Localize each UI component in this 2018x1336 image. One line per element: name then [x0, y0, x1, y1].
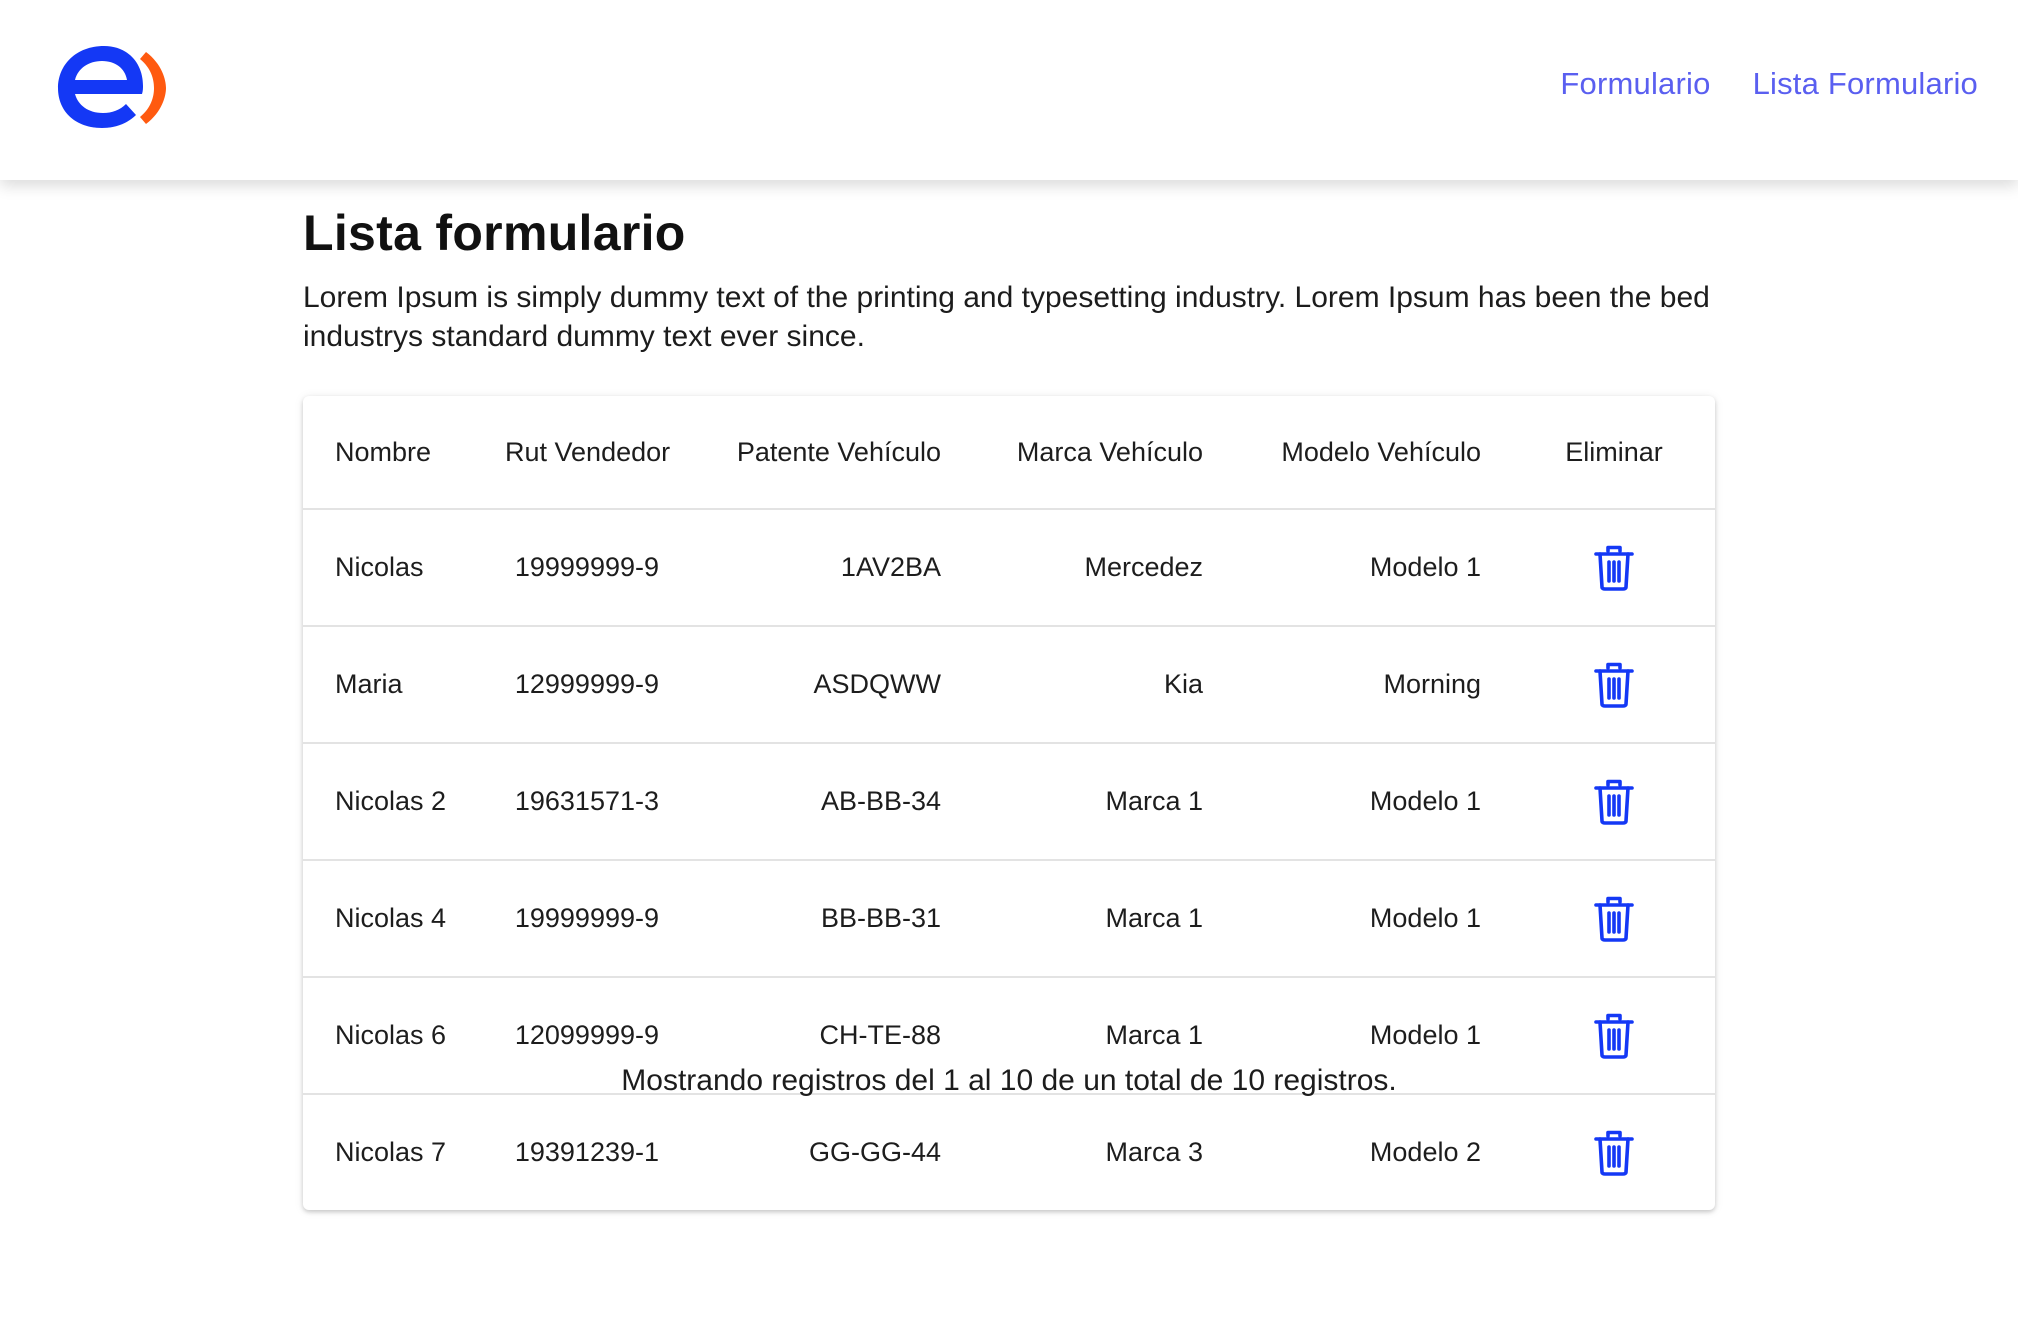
cell-rut-vendedor: 19999999-9 [473, 509, 691, 627]
cell-rut-vendedor: 19391239-1 [514, 1137, 659, 1167]
cell-patente-vehiculo: 1AV2BA [691, 509, 973, 627]
nav-link-formulario[interactable]: Formulario [1560, 66, 1710, 102]
column-header-patente-vehiculo[interactable]: Patente Vehículo [691, 396, 973, 510]
cell-marca-vehiculo: Mercedez [973, 509, 1235, 627]
cell-modelo-vehiculo: Morning [1235, 626, 1513, 744]
delete-button[interactable] [1593, 1130, 1635, 1176]
page-title: Lista formulario [303, 205, 686, 261]
table-header-row: Nombre Rut Vendedor Patente Vehículo Mar… [303, 396, 1715, 510]
page-description: Lorem Ipsum is simply dummy text of the … [303, 281, 1710, 353]
table-row: Nicolas 7 19391239-1 GG-GG-44 Marca 3 Mo… [303, 1094, 1715, 1210]
cell-nombre: Nicolas 4 [303, 860, 473, 978]
cell-modelo-vehiculo: Modelo 2 [1369, 1137, 1481, 1167]
cell-eliminar [1513, 743, 1715, 861]
cell-patente-vehiculo: GG-GG-44 [808, 1137, 941, 1167]
column-header-eliminar: Eliminar [1513, 396, 1715, 510]
cell-patente-vehiculo: ASDQWW [691, 626, 973, 744]
logo-letter-e [58, 46, 143, 128]
top-header: Formulario Lista Formulario [0, 0, 2018, 180]
column-header-rut-vendedor[interactable]: Rut Vendedor [473, 396, 691, 510]
trash-icon [1594, 1013, 1634, 1059]
table-row: Nicolas 2 19631571-3 AB-BB-34 Marca 1 Mo… [303, 743, 1715, 861]
brand-logo[interactable] [54, 38, 170, 134]
cell-rut-vendedor: 19999999-9 [473, 860, 691, 978]
cell-rut-vendedor: 12999999-9 [473, 626, 691, 744]
column-header-modelo-vehiculo[interactable]: Modelo Vehículo [1235, 396, 1513, 510]
trash-icon [1594, 1130, 1634, 1176]
trash-icon [1594, 896, 1634, 942]
cell-modelo-vehiculo: Modelo 1 [1235, 743, 1513, 861]
table-row: Nicolas 19999999-9 1AV2BA Mercedez Model… [303, 509, 1715, 627]
delete-button[interactable] [1593, 1013, 1635, 1059]
delete-button[interactable] [1593, 545, 1635, 591]
column-header-nombre[interactable]: Nombre [303, 396, 473, 510]
table-row: Nicolas 4 19999999-9 BB-BB-31 Marca 1 Mo… [303, 860, 1715, 978]
delete-button[interactable] [1593, 662, 1635, 708]
trash-icon [1594, 779, 1634, 825]
cell-rut-vendedor: 19631571-3 [473, 743, 691, 861]
table-row: Maria 12999999-9 ASDQWW Kia Morning [303, 626, 1715, 744]
table-body: Nicolas 19999999-9 1AV2BA Mercedez Model… [303, 509, 1715, 1210]
trash-icon [1594, 662, 1634, 708]
cell-marca-vehiculo: Kia [973, 626, 1235, 744]
column-header-marca-vehiculo[interactable]: Marca Vehículo [973, 396, 1235, 510]
logo-arc [140, 52, 166, 124]
nav-link-lista-formulario[interactable]: Lista Formulario [1753, 66, 1978, 102]
cell-marca-vehiculo: Marca 3 [1105, 1137, 1203, 1167]
cell-eliminar [1513, 1094, 1715, 1210]
delete-button[interactable] [1593, 779, 1635, 825]
cell-eliminar [1513, 626, 1715, 744]
cell-modelo-vehiculo: Modelo 1 [1235, 860, 1513, 978]
cell-eliminar [1513, 860, 1715, 978]
cell-patente-vehiculo: BB-BB-31 [691, 860, 973, 978]
cell-nombre: Nicolas [303, 509, 473, 627]
records-summary: Mostrando registros del 1 al 10 de un to… [621, 1064, 1397, 1097]
delete-button[interactable] [1593, 896, 1635, 942]
main-nav: Formulario Lista Formulario [1560, 66, 1978, 102]
trash-icon [1594, 545, 1634, 591]
cell-nombre: Nicolas 2 [303, 743, 473, 861]
cell-eliminar [1513, 509, 1715, 627]
cell-modelo-vehiculo: Modelo 1 [1235, 509, 1513, 627]
cell-marca-vehiculo: Marca 1 [973, 860, 1235, 978]
cell-nombre: Maria [303, 626, 473, 744]
cell-nombre: Nicolas 7 [335, 1137, 447, 1167]
cell-patente-vehiculo: AB-BB-34 [691, 743, 973, 861]
cell-marca-vehiculo: Marca 1 [973, 743, 1235, 861]
